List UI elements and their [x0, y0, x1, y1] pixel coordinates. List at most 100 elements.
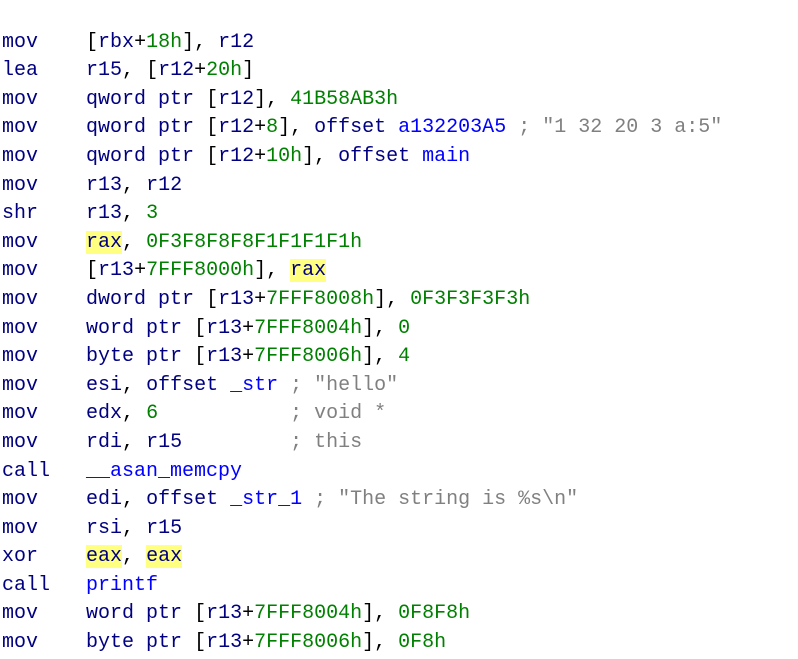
- identifier[interactable]: main: [422, 145, 470, 168]
- identifier[interactable]: __asan_memcpy: [86, 460, 242, 483]
- comment: ; void *: [290, 402, 386, 425]
- number: 0F8F8h: [398, 602, 470, 625]
- register: rbx: [98, 31, 134, 54]
- register: edi: [86, 488, 122, 511]
- mnemonic: mov: [2, 374, 38, 397]
- asm-line[interactable]: mov [rbx+18h], r12: [2, 31, 254, 54]
- number: 0F8h: [398, 631, 446, 654]
- register: rdi: [86, 431, 122, 454]
- size-directive: byte ptr: [86, 345, 194, 368]
- number: 7FFF8004h: [254, 317, 362, 340]
- asm-line[interactable]: shr r13, 3: [2, 202, 158, 225]
- mnemonic: xor: [2, 545, 38, 568]
- comment: ; this: [290, 431, 362, 454]
- asm-line[interactable]: mov edi, offset _str_1 ; "The string is …: [2, 488, 578, 511]
- asm-line[interactable]: mov rdi, r15 ; this: [2, 431, 362, 454]
- asm-line[interactable]: mov r13, r12: [2, 174, 182, 197]
- mnemonic: lea: [2, 59, 38, 82]
- number: 3: [146, 202, 158, 225]
- mnemonic: call: [2, 460, 50, 483]
- identifier[interactable]: _str: [230, 374, 278, 397]
- register: r13: [206, 602, 242, 625]
- number: 8: [266, 116, 278, 139]
- register: r12: [158, 59, 194, 82]
- identifier[interactable]: _str_1: [230, 488, 302, 511]
- register: r13: [218, 288, 254, 311]
- register-highlighted: rax: [86, 231, 122, 254]
- identifier[interactable]: printf: [86, 574, 158, 597]
- register-highlighted: eax: [146, 545, 182, 568]
- register: r13: [206, 345, 242, 368]
- mnemonic: mov: [2, 631, 38, 654]
- comment: ; "1 32 20 3 a:5": [506, 116, 722, 139]
- mnemonic: mov: [2, 259, 38, 282]
- mnemonic: mov: [2, 31, 38, 54]
- number: 18h: [146, 31, 182, 54]
- size-directive: word ptr: [86, 602, 194, 625]
- mnemonic: mov: [2, 431, 38, 454]
- asm-line[interactable]: mov dword ptr [r13+7FFF8008h], 0F3F3F3F3…: [2, 288, 530, 311]
- number: 0: [398, 317, 410, 340]
- mnemonic: mov: [2, 288, 38, 311]
- asm-line[interactable]: lea r15, [r12+20h]: [2, 59, 254, 82]
- asm-line[interactable]: mov word ptr [r13+7FFF8004h], 0F8F8h: [2, 602, 470, 625]
- size-directive: qword ptr: [86, 145, 206, 168]
- mnemonic: call: [2, 574, 50, 597]
- asm-line[interactable]: xor eax, eax: [2, 545, 182, 568]
- mnemonic: mov: [2, 517, 38, 540]
- number: 7FFF8000h: [146, 259, 254, 282]
- asm-line[interactable]: mov rax, 0F3F8F8F8F1F1F1F1h: [2, 231, 362, 254]
- mnemonic: mov: [2, 317, 38, 340]
- register: edx: [86, 402, 122, 425]
- number: 4: [398, 345, 410, 368]
- asm-line[interactable]: mov byte ptr [r13+7FFF8006h], 0F8h: [2, 631, 446, 654]
- comment: ; "The string is %s\n": [302, 488, 578, 511]
- mnemonic: mov: [2, 602, 38, 625]
- register: r13: [86, 174, 122, 197]
- disassembly-listing: mov [rbx+18h], r12 lea r15, [r12+20h] mo…: [0, 0, 798, 659]
- number: 0F3F3F3F3h: [410, 288, 530, 311]
- register: esi: [86, 374, 122, 397]
- register: rsi: [86, 517, 122, 540]
- asm-line[interactable]: call printf: [2, 574, 158, 597]
- asm-line[interactable]: mov rsi, r15: [2, 517, 182, 540]
- offset-keyword: offset: [146, 488, 230, 511]
- register-highlighted: eax: [86, 545, 122, 568]
- register: r12: [218, 116, 254, 139]
- mnemonic: mov: [2, 116, 38, 139]
- asm-line[interactable]: call __asan_memcpy: [2, 460, 242, 483]
- register: r13: [206, 317, 242, 340]
- size-directive: qword ptr: [86, 116, 206, 139]
- size-directive: byte ptr: [86, 631, 194, 654]
- register: r12: [218, 145, 254, 168]
- identifier[interactable]: a132203A5: [398, 116, 506, 139]
- number: 7FFF8006h: [254, 345, 362, 368]
- number: 0F3F8F8F8F1F1F1F1h: [146, 231, 362, 254]
- number: 10h: [266, 145, 302, 168]
- mnemonic: shr: [2, 202, 38, 225]
- offset-keyword: offset: [146, 374, 230, 397]
- mnemonic: mov: [2, 402, 38, 425]
- register: r13: [206, 631, 242, 654]
- register: r15: [146, 517, 182, 540]
- asm-line[interactable]: mov [r13+7FFF8000h], rax: [2, 259, 326, 282]
- asm-line[interactable]: mov qword ptr [r12], 41B58AB3h: [2, 88, 398, 111]
- asm-line[interactable]: mov qword ptr [r12+8], offset a132203A5 …: [2, 116, 722, 139]
- mnemonic: mov: [2, 345, 38, 368]
- asm-line[interactable]: mov byte ptr [r13+7FFF8006h], 4: [2, 345, 410, 368]
- register: r15: [86, 59, 122, 82]
- register-highlighted: rax: [290, 259, 326, 282]
- number: 7FFF8008h: [266, 288, 374, 311]
- comment: ; "hello": [278, 374, 398, 397]
- asm-line[interactable]: mov edx, 6 ; void *: [2, 402, 386, 425]
- asm-line[interactable]: mov qword ptr [r12+10h], offset main: [2, 145, 470, 168]
- number: 6: [146, 402, 158, 425]
- asm-line[interactable]: mov esi, offset _str ; "hello": [2, 374, 398, 397]
- size-directive: dword ptr: [86, 288, 206, 311]
- register: r12: [218, 88, 254, 111]
- asm-line[interactable]: mov word ptr [r13+7FFF8004h], 0: [2, 317, 410, 340]
- register: r15: [146, 431, 182, 454]
- number: 20h: [206, 59, 242, 82]
- number: 7FFF8004h: [254, 602, 362, 625]
- number: 41B58AB3h: [290, 88, 398, 111]
